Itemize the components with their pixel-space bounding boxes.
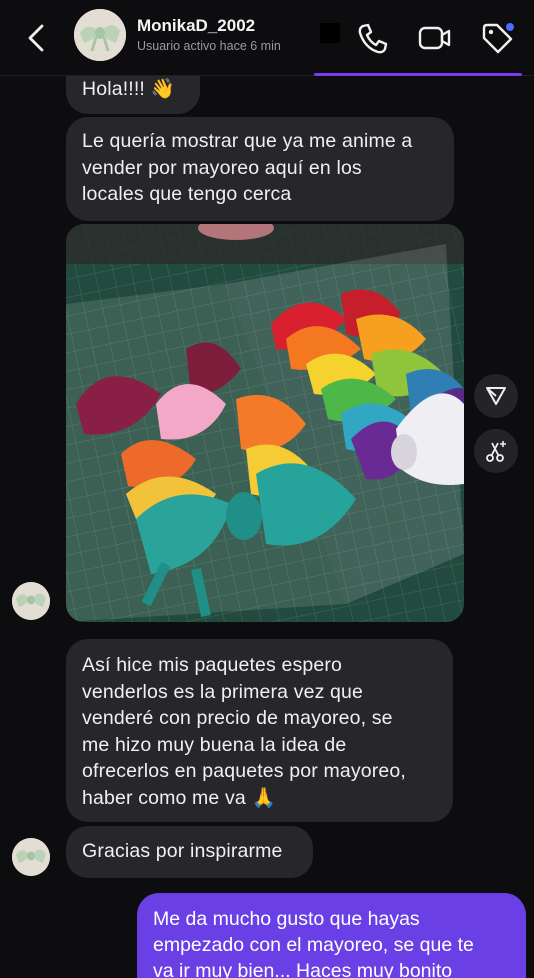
bow-avatar-icon xyxy=(74,9,126,61)
message-bubble-packages[interactable]: Así hice mis paquetes espero venderlos e… xyxy=(66,639,453,822)
message-line: Le quería mostrar que ya me anime a xyxy=(82,130,413,152)
active-status: Usuario activo hace 6 min xyxy=(137,39,281,53)
message-line: vender por mayoreo aquí en los xyxy=(82,156,362,179)
contact-name[interactable]: MonikaD_2002 xyxy=(137,16,255,36)
edit-button[interactable] xyxy=(474,429,518,473)
photo-message[interactable] xyxy=(66,224,464,622)
message-line: locales que tengo cerca xyxy=(82,183,292,205)
bow-avatar-icon xyxy=(12,582,50,620)
message-text: Hola!!!! 👋 xyxy=(82,78,175,100)
phone-icon xyxy=(358,23,388,54)
bow-packages-photo xyxy=(66,224,464,622)
video-call-button[interactable] xyxy=(417,20,451,56)
chevron-left-icon xyxy=(28,24,44,52)
share-triangle-icon xyxy=(486,387,506,405)
outgoing-message-bubble[interactable]: Me da mucho gusto que hayas empezado con… xyxy=(137,893,526,978)
message-line: me hizo muy buena la idea de xyxy=(82,733,347,756)
sender-avatar[interactable] xyxy=(12,582,50,620)
message-line: venderé con precio de mayoreo, se xyxy=(82,707,393,729)
scissors-sparkle-icon xyxy=(486,441,506,462)
message-bubble-thanks[interactable]: Gracias por inspirarme xyxy=(66,826,313,878)
video-camera-icon xyxy=(418,26,451,50)
sender-avatar[interactable] xyxy=(12,838,50,876)
accent-bar xyxy=(314,73,522,76)
message-bubble-intro[interactable]: Le quería mostrar que ya me anime a vend… xyxy=(66,117,454,221)
message-line: ofrecerlos en paquetes por mayoreo, xyxy=(82,760,406,782)
message-line: va ir muy bien... Haces muy bonito xyxy=(153,960,453,978)
message-text: Gracias por inspirarme xyxy=(82,840,283,862)
message-line: haber como me va 🙏 xyxy=(82,786,276,809)
share-button[interactable] xyxy=(474,374,518,418)
notification-dot xyxy=(505,22,515,32)
redaction-square xyxy=(320,23,340,43)
avatar[interactable] xyxy=(74,9,126,61)
bow-avatar-icon xyxy=(12,838,50,876)
message-line: Así hice mis paquetes espero xyxy=(82,654,343,676)
message-line: venderlos es la primera vez que xyxy=(82,680,364,703)
message-line: empezado con el mayoreo, se que te xyxy=(153,934,474,956)
chat-header: MonikaD_2002 Usuario activo hace 6 min xyxy=(0,0,534,76)
call-button[interactable] xyxy=(355,20,389,56)
message-line: Me da mucho gusto que hayas xyxy=(153,908,420,930)
back-button[interactable] xyxy=(22,20,52,56)
